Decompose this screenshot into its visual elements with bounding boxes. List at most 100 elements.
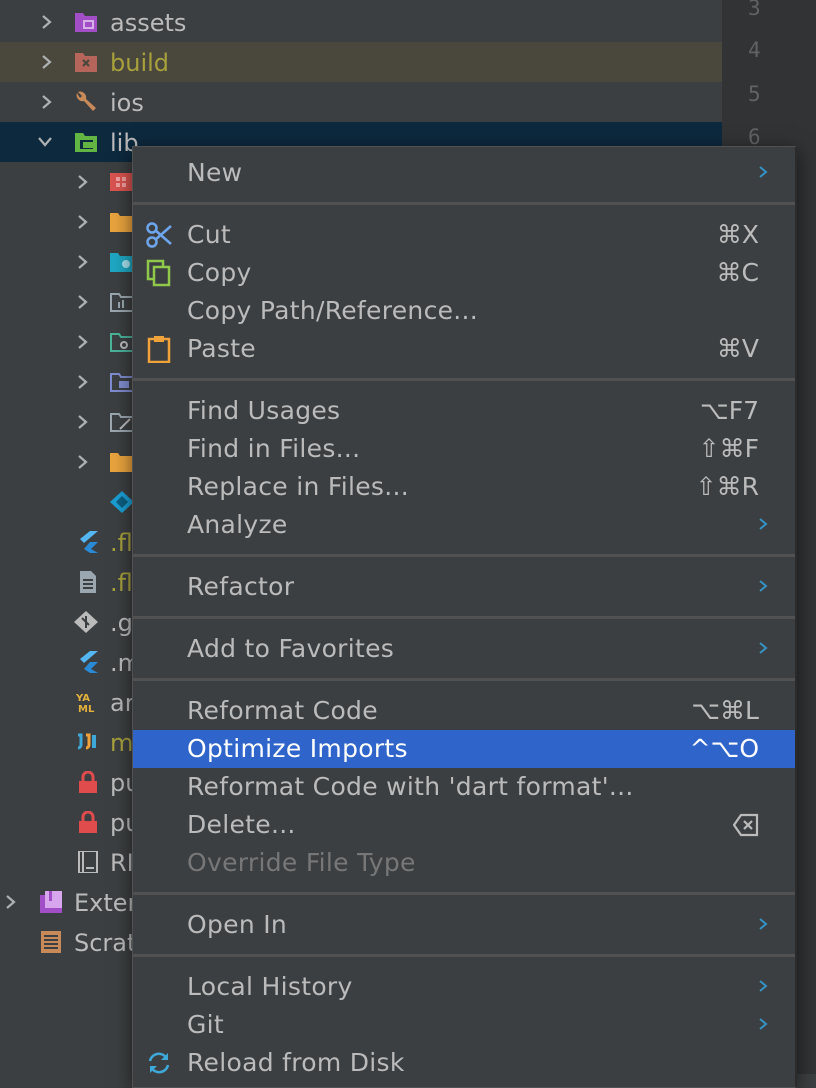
menu-item-label: Override File Type (187, 848, 416, 877)
clipboard-icon (147, 336, 171, 363)
menu-item-label: Find in Files... (187, 434, 361, 463)
folder-icon (110, 213, 134, 232)
source-folder-icon (75, 133, 97, 152)
menu-item-label: Replace in Files... (187, 472, 409, 501)
menu-separator (133, 678, 795, 681)
chevron-right-icon[interactable] (74, 293, 92, 311)
flutter-icon (80, 531, 98, 553)
menu-item-refactor[interactable]: Refactor (133, 568, 795, 606)
tree-item-build[interactable]: build (0, 42, 722, 82)
menu-item-local-history[interactable]: Local History (133, 968, 795, 1006)
svg-text:YA: YA (76, 693, 90, 704)
tree-item-label: ios (110, 89, 144, 117)
menu-item-reformat-code[interactable]: Reformat Code ⌥⌘L (133, 692, 795, 730)
chevron-right-icon[interactable] (38, 13, 56, 31)
menu-item-label: Find Usages (187, 396, 341, 425)
menu-item-label: Refactor (187, 572, 295, 601)
chevron-right-icon[interactable] (74, 173, 92, 191)
chevron-right-icon[interactable] (74, 253, 92, 271)
shortcut-label: ⌥F7 (699, 396, 759, 425)
chevron-right-icon[interactable] (74, 453, 92, 471)
menu-item-label: Analyze (187, 510, 288, 539)
resources-folder-icon (75, 13, 97, 32)
chevron-right-icon[interactable] (74, 213, 92, 231)
menu-separator (133, 892, 795, 895)
chevron-down-icon[interactable] (36, 133, 54, 151)
shortcut-label: ⇧⌘F (698, 434, 759, 463)
git-icon (74, 611, 98, 633)
menu-item-label: Paste (187, 334, 256, 363)
menu-item-reload-from-disk[interactable]: Reload from Disk (133, 1044, 795, 1082)
chevron-right-icon[interactable] (74, 333, 92, 351)
tree-item-label: .fl (110, 529, 133, 557)
tree-item-ios[interactable]: ios (0, 82, 722, 122)
line-number: 3 (748, 0, 761, 20)
menu-item-copy[interactable]: Copy ⌘C (133, 254, 795, 292)
menu-item-label: Optimize Imports (187, 734, 408, 763)
folder-icon (110, 293, 134, 312)
menu-item-paste[interactable]: Paste ⌘V (133, 330, 795, 368)
reload-icon (148, 1052, 170, 1074)
menu-item-cut[interactable]: Cut ⌘X (133, 216, 795, 254)
lock-icon (79, 771, 97, 793)
library-icon (40, 891, 62, 913)
shortcut-label: ⌘X (716, 220, 759, 249)
folder-icon (110, 413, 134, 432)
menu-item-label: Cut (187, 220, 232, 249)
shortcut-label: ⌘V (716, 334, 759, 363)
delete-key-icon (733, 813, 759, 837)
menu-item-label: Reformat Code (187, 696, 378, 725)
submenu-arrow-icon (759, 1018, 768, 1030)
menu-item-optimize-imports[interactable]: Optimize Imports ^⌥O (133, 730, 795, 768)
chevron-right-icon[interactable] (38, 53, 56, 71)
menu-separator (133, 378, 795, 381)
lock-icon (79, 811, 97, 833)
menu-item-git[interactable]: Git (133, 1006, 795, 1044)
submenu-arrow-icon (759, 166, 768, 178)
menu-item-label: Local History (187, 972, 353, 1001)
dart-file-icon (110, 491, 134, 513)
menu-item-label: Open In (187, 910, 288, 939)
wrench-icon (76, 91, 96, 111)
tree-item-label: Scrat (74, 929, 137, 957)
menu-item-label: Delete... (187, 810, 296, 839)
menu-item-label: Copy (187, 258, 252, 287)
chevron-right-icon[interactable] (74, 373, 92, 391)
menu-item-open-in[interactable]: Open In (133, 906, 795, 944)
submenu-arrow-icon (759, 918, 768, 930)
menu-item-replace-in-files[interactable]: Replace in Files... ⇧⌘R (133, 468, 795, 506)
chevron-right-icon[interactable] (38, 93, 56, 111)
folder-icon (110, 373, 134, 392)
menu-item-analyze[interactable]: Analyze (133, 506, 795, 544)
tree-item-assets[interactable]: assets (0, 2, 722, 42)
folder-icon (110, 333, 134, 352)
menu-item-find-in-files[interactable]: Find in Files... ⇧⌘F (133, 430, 795, 468)
menu-item-label: Add to Favorites (187, 634, 395, 663)
flutter-icon (80, 651, 98, 673)
tree-item-label: build (110, 49, 170, 77)
menu-item-copy-path[interactable]: Copy Path/Reference... (133, 292, 795, 330)
chevron-right-icon[interactable] (74, 413, 92, 431)
menu-item-label: Git (187, 1010, 225, 1039)
menu-item-new[interactable]: New (133, 154, 795, 192)
menu-separator (133, 954, 795, 957)
submenu-arrow-icon (759, 580, 768, 592)
folder-icon (110, 253, 134, 272)
menu-item-reformat-dart-format[interactable]: Reformat Code with 'dart format'... (133, 768, 795, 806)
module-file-icon (77, 733, 96, 750)
tree-item-label: ar (110, 689, 135, 717)
menu-item-find-usages[interactable]: Find Usages ⌥F7 (133, 392, 795, 430)
tree-item-label: Exter (74, 889, 138, 917)
chevron-right-icon[interactable] (2, 893, 20, 911)
yaml-icon: YAML (76, 693, 95, 713)
menu-item-label: New (187, 158, 243, 187)
menu-item-add-to-favorites[interactable]: Add to Favorites (133, 630, 795, 668)
scratches-icon (41, 931, 61, 953)
line-number: 4 (748, 38, 761, 62)
book-icon (78, 851, 98, 873)
menu-item-label: Copy Path/Reference... (187, 296, 479, 325)
tree-item-label: assets (110, 9, 187, 37)
submenu-arrow-icon (759, 518, 768, 530)
line-number: 5 (748, 82, 761, 106)
menu-item-delete[interactable]: Delete... (133, 806, 795, 844)
